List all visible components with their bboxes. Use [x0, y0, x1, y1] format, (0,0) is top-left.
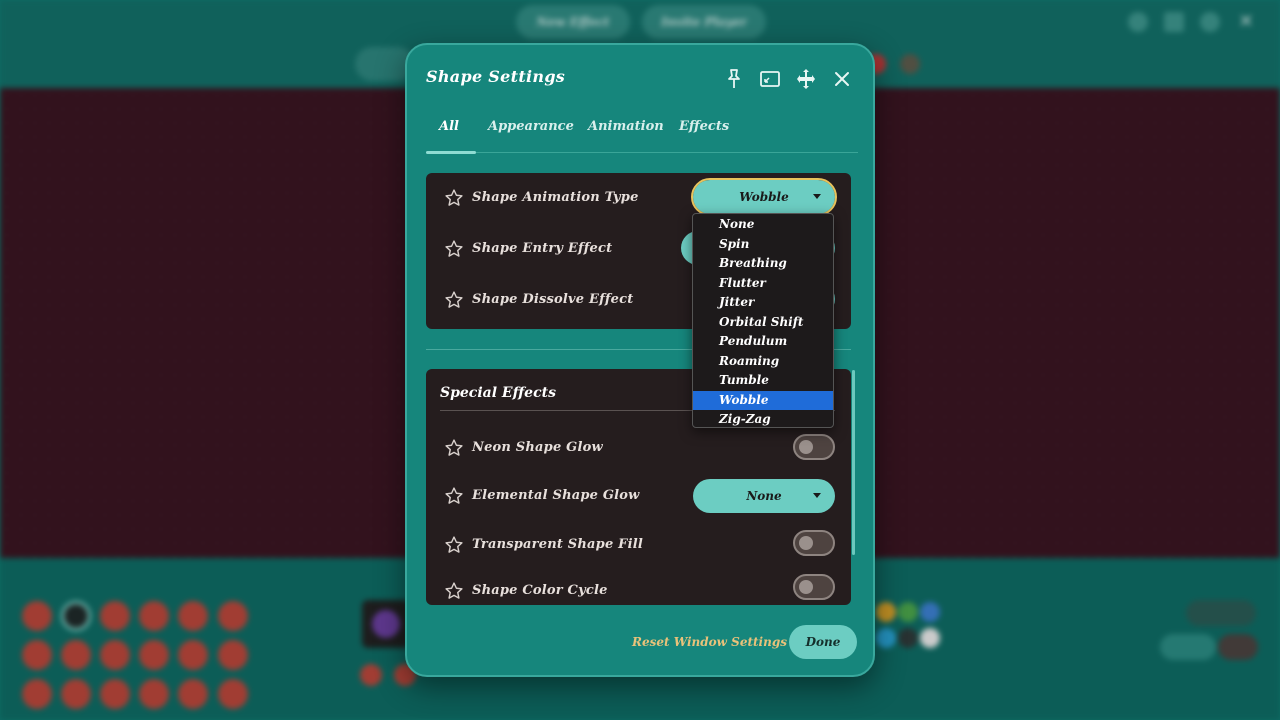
color-cycle-toggle[interactable]	[793, 574, 835, 600]
star-icon[interactable]	[444, 486, 464, 506]
setting-label: Shape Color Cycle	[472, 583, 608, 598]
dropdown-option[interactable]: Breathing	[693, 254, 833, 274]
dropdown-option[interactable]: None	[693, 215, 833, 235]
dropdown-option-selected[interactable]: Wobble	[693, 390, 833, 410]
star-icon[interactable]	[444, 188, 464, 208]
setting-label: Shape Animation Type	[472, 190, 639, 205]
dropdown-option[interactable]: Orbital Shift	[693, 313, 833, 333]
dialog-title: Shape Settings	[426, 67, 566, 86]
select-value: None	[746, 489, 782, 503]
setting-label: Elemental Shape Glow	[472, 488, 640, 503]
move-icon[interactable]	[794, 67, 818, 91]
dropdown-option[interactable]: Tumble	[693, 371, 833, 391]
toggle-knob	[799, 536, 813, 550]
star-icon[interactable]	[444, 239, 464, 259]
done-button[interactable]: Done	[789, 625, 857, 659]
dropdown-option[interactable]: Jitter	[693, 293, 833, 313]
select-value: Wobble	[739, 190, 789, 204]
reset-window-settings-link[interactable]: Reset Window Settings	[632, 635, 787, 649]
animation-type-select[interactable]: Wobble	[691, 178, 837, 216]
dropdown-option[interactable]: Spin	[693, 235, 833, 255]
dropdown-option[interactable]: Roaming	[693, 352, 833, 372]
star-icon[interactable]	[444, 290, 464, 310]
tab-all[interactable]: All	[439, 119, 459, 134]
dropdown-option[interactable]: Flutter	[693, 274, 833, 294]
neon-glow-toggle[interactable]	[793, 434, 835, 460]
tab-animation[interactable]: Animation	[588, 119, 664, 134]
pin-icon[interactable]	[722, 67, 746, 91]
setting-label: Shape Entry Effect	[472, 241, 613, 256]
setting-row: Neon Shape Glow	[426, 430, 851, 470]
dropdown-option[interactable]: Zig-Zag	[693, 410, 833, 430]
tab-appearance[interactable]: Appearance	[488, 119, 574, 134]
setting-label: Neon Shape Glow	[472, 440, 603, 455]
setting-row: Shape Color Cycle	[426, 573, 851, 605]
star-icon[interactable]	[444, 535, 464, 555]
active-tab-indicator	[426, 151, 476, 154]
star-icon[interactable]	[444, 581, 464, 601]
tab-effects[interactable]: Effects	[679, 119, 729, 134]
toggle-knob	[799, 580, 813, 594]
chevron-down-icon	[813, 194, 821, 199]
elemental-glow-select[interactable]: None	[693, 479, 835, 513]
close-icon[interactable]	[830, 67, 854, 91]
tab-bar: All Appearance Animation Effects	[426, 113, 858, 154]
star-icon[interactable]	[444, 438, 464, 458]
transparent-fill-toggle[interactable]	[793, 530, 835, 556]
dropdown-option[interactable]: Pendulum	[693, 332, 833, 352]
toggle-knob	[799, 440, 813, 454]
section-title: Special Effects	[440, 385, 556, 401]
setting-label: Shape Dissolve Effect	[472, 292, 634, 307]
setting-row: Elemental Shape Glow None	[426, 478, 851, 518]
resize-window-icon[interactable]	[758, 67, 782, 91]
animation-type-dropdown: None Spin Breathing Flutter Jitter Orbit…	[692, 213, 834, 428]
scrollbar[interactable]	[852, 370, 855, 555]
chevron-down-icon	[813, 493, 821, 498]
setting-label: Transparent Shape Fill	[472, 537, 643, 552]
setting-row: Transparent Shape Fill	[426, 527, 851, 567]
